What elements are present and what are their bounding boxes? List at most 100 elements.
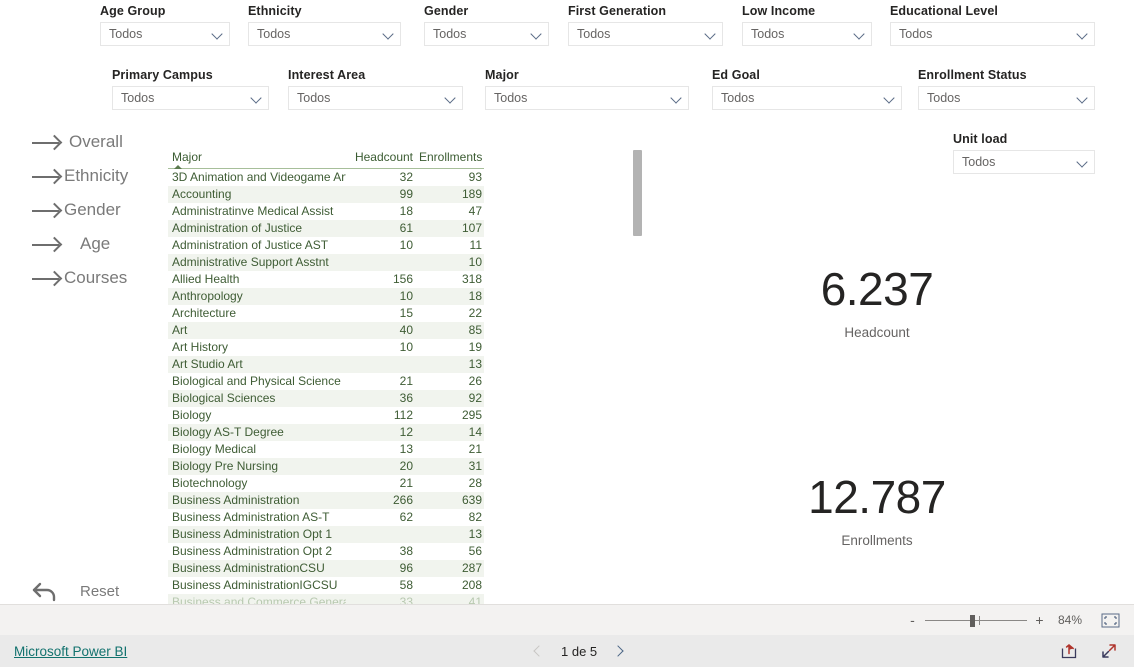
slicer-gender[interactable]: Gender Todos [424,4,549,46]
table-row[interactable]: Business and Commerce General 33 41 [168,594,484,604]
table-row[interactable]: Administration of Justice 61 107 [168,220,484,237]
kpi-card-headcount: 6.237 Headcount [727,266,1027,340]
cell-enrollments: 47 [468,204,482,218]
table-row[interactable]: 3D Animation and Videogame Art 32 93 [168,169,484,187]
table-row[interactable]: Allied Health 156 318 [168,271,484,288]
slicer-dropdown[interactable]: Todos [918,86,1095,110]
table-row[interactable]: Business Administration Opt 2 38 56 [168,543,484,560]
table-row[interactable]: Art History 10 19 [168,339,484,356]
slicer-interest-area[interactable]: Interest Area Todos [288,68,463,110]
table-row[interactable]: Business Administration 266 639 [168,492,484,509]
slicer-low-income[interactable]: Low Income Todos [742,4,872,46]
powerbi-brand-link[interactable]: Microsoft Power BI [14,644,127,659]
cell-major: Administratinve Medical Assist [172,204,334,218]
table-row[interactable]: Business Administration Opt 1 13 [168,526,484,543]
cell-enrollments: 10 [415,254,484,271]
cell-headcount [346,254,415,271]
nav-item-age[interactable]: Age [30,227,165,261]
slicer-label: First Generation [568,4,667,18]
table-row[interactable]: Business AdministrationIGCSU 58 208 [168,577,484,594]
table-row[interactable]: Biological Sciences 36 92 [168,390,484,407]
slicer-dropdown[interactable]: Todos [424,22,549,46]
slicer-enrollment-status[interactable]: Enrollment Status Todos [918,68,1095,110]
table-row[interactable]: Administratinve Medical Assist 18 47 [168,203,484,220]
slicer-dropdown[interactable]: Todos [112,86,269,110]
slicer-ethnicity[interactable]: Ethnicity Todos [248,4,401,46]
cell-major: Business Administration Opt 1 [168,526,346,543]
chevron-down-icon [251,93,262,104]
cell-headcount: 13 [399,442,413,456]
reset-button[interactable]: Reset [30,575,160,604]
slicer-first-generation[interactable]: First Generation Todos [568,4,723,46]
slicer-primary-campus[interactable]: Primary Campus Todos [112,68,269,110]
cell-headcount: 112 [393,408,413,422]
slicer-value: Todos [751,27,785,41]
column-header-major[interactable]: Major [168,150,346,169]
zoom-slider-thumb[interactable] [970,614,975,627]
cell-major: Business Administration [168,492,346,509]
slicer-dropdown[interactable]: Todos [890,22,1095,46]
major-table[interactable]: Major Headcount Enrollments 3D Animation… [168,150,484,604]
nav-item-gender[interactable]: Gender [30,193,165,227]
table-row[interactable]: Administration of Justice AST 10 11 [168,237,484,254]
cell-enrollments: 107 [415,220,484,237]
cell-major: Business AdministrationIGCSU [172,578,338,592]
table-scrollbar-thumb[interactable] [633,150,642,236]
zoom-control: - + 84% [907,612,1120,628]
column-header-label: Major [172,150,203,164]
cell-enrollments: 28 [468,476,482,490]
slicer-major[interactable]: Major Todos [485,68,689,110]
cell-major: Accounting [168,186,346,203]
table-header-row: Major Headcount Enrollments [168,150,484,169]
slicer-dropdown[interactable]: Todos [485,86,689,110]
table-row[interactable]: Anthropology 10 18 [168,288,484,305]
table-row[interactable]: Biotechnology 21 28 [168,475,484,492]
table-row[interactable]: Art Studio Art 13 [168,356,484,373]
table-row[interactable]: Biological and Physical Science 21 26 [168,373,484,390]
table-row[interactable]: Biology Medical 13 21 [168,441,484,458]
slicer-dropdown[interactable]: Todos [712,86,902,110]
share-export-icon[interactable] [1060,642,1078,660]
column-header-enrollments[interactable]: Enrollments [415,150,484,169]
slicer-dropdown[interactable]: Todos [568,22,723,46]
fit-to-page-icon[interactable] [1101,613,1120,628]
nav-item-overall[interactable]: Overall [30,125,165,159]
table-row[interactable]: Biology 112 295 [168,407,484,424]
cell-headcount: 61 [346,220,415,237]
table-row[interactable]: Architecture 15 22 [168,305,484,322]
zoom-out-button[interactable]: - [907,612,918,628]
slicer-dropdown[interactable]: Todos [742,22,872,46]
slicer-unit-load[interactable]: Unit load Todos [953,132,1095,174]
slicer-ed-goal[interactable]: Ed Goal Todos [712,68,902,110]
chevron-right-icon[interactable] [613,644,625,658]
table-row[interactable]: Art 40 85 [168,322,484,339]
cell-headcount: 10 [346,288,415,305]
slicer-dropdown[interactable]: Todos [288,86,463,110]
report-footer: Microsoft Power BI 1 de 5 [0,635,1134,667]
cell-enrollments: 639 [415,492,484,509]
slicer-age-group[interactable]: Age Group Todos [100,4,230,46]
table-row[interactable]: Biology AS-T Degree 12 14 [168,424,484,441]
cell-enrollments: 82 [468,510,482,524]
slicer-dropdown[interactable]: Todos [248,22,401,46]
table-row[interactable]: Business Administration AS-T 62 82 [168,509,484,526]
slicer-value: Todos [899,27,933,41]
table-row[interactable]: Accounting 99 189 [168,186,484,203]
chevron-down-icon [884,93,895,104]
cell-major: Biology AS-T Degree [168,424,346,441]
zoom-in-button[interactable]: + [1034,612,1045,628]
column-header-headcount[interactable]: Headcount [346,150,415,169]
table-row[interactable]: Business AdministrationCSU 96 287 [168,560,484,577]
slicer-label: Educational Level [890,4,998,18]
cell-enrollments: 287 [415,560,484,577]
slicer-dropdown[interactable]: Todos [100,22,230,46]
nav-item-ethnicity[interactable]: Ethnicity [30,159,165,193]
slicer-educational-level[interactable]: Educational Level Todos [890,4,1095,46]
nav-item-courses[interactable]: Courses [30,261,165,295]
table-row[interactable]: Biology Pre Nursing 20 31 [168,458,484,475]
fullscreen-arrows-icon[interactable] [1100,642,1118,660]
table-row[interactable]: Administrative Support Asstnt 10 [168,254,484,271]
zoom-slider[interactable] [925,614,1027,627]
chevron-left-icon[interactable] [533,644,545,658]
slicer-dropdown[interactable]: Todos [953,150,1095,174]
